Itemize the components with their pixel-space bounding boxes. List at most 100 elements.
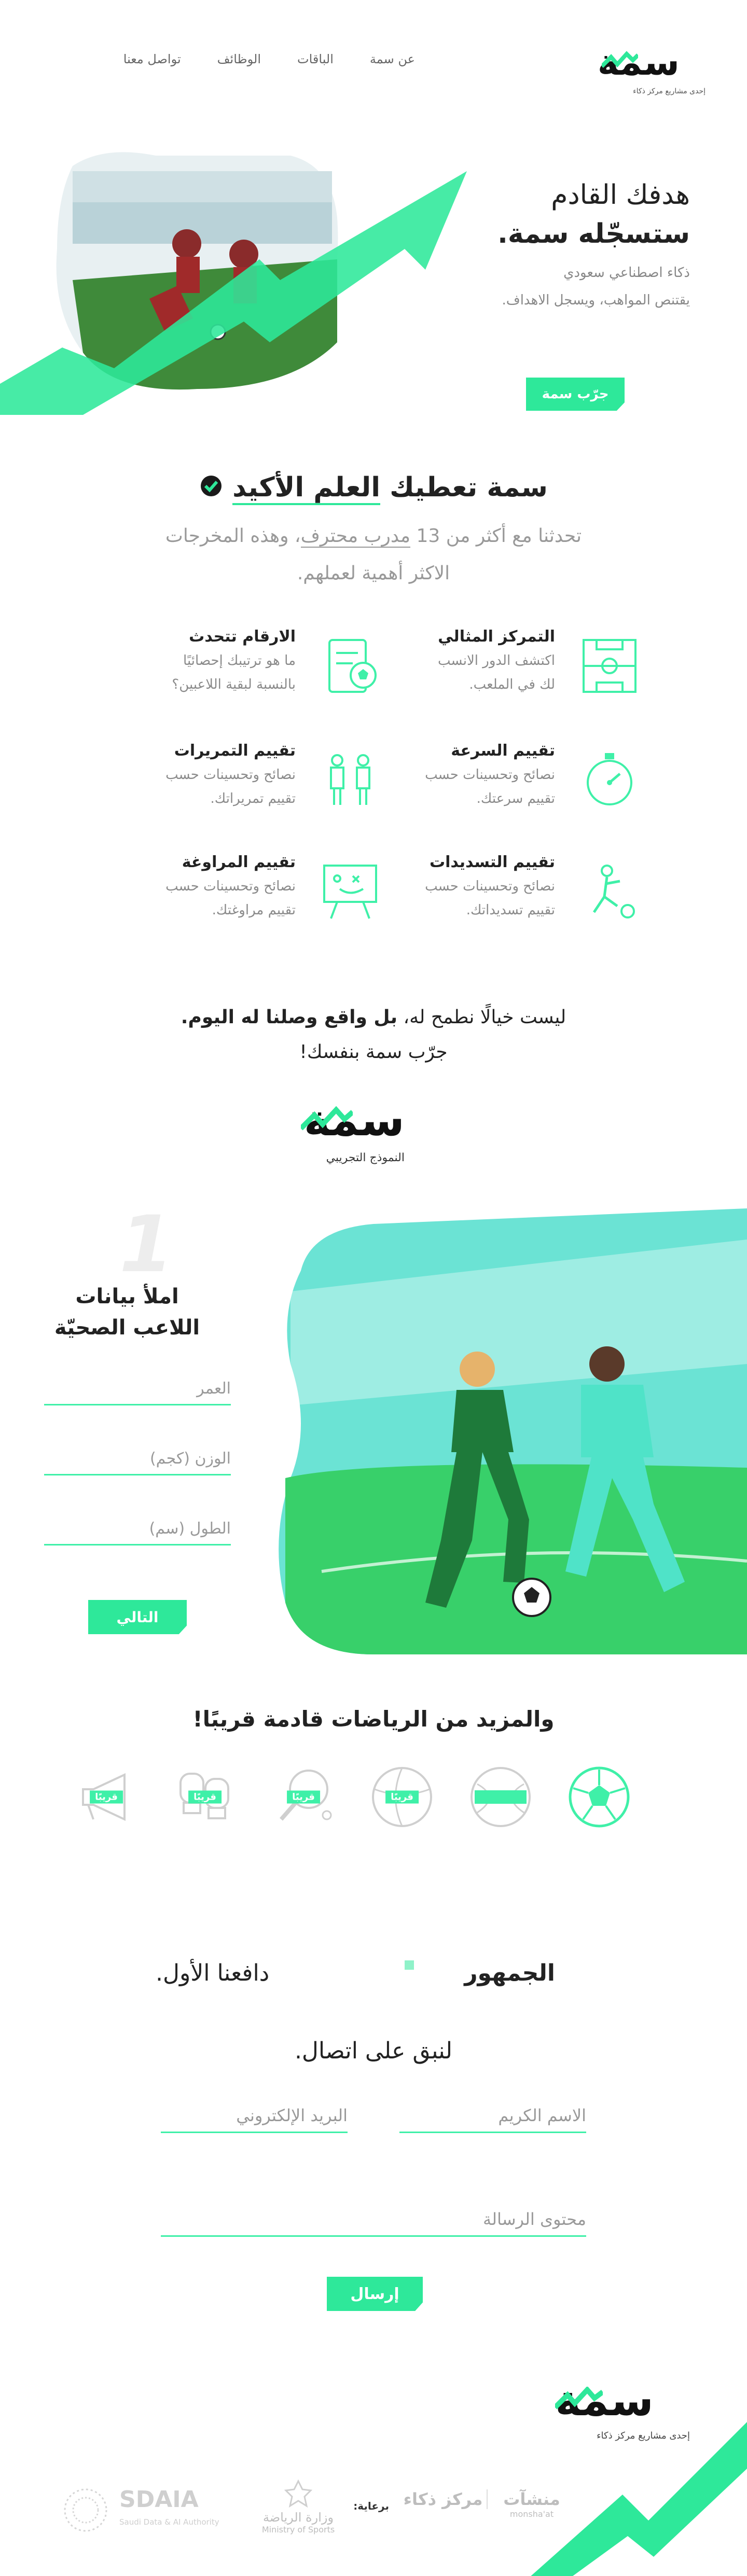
trial-step-number: 1 xyxy=(119,1200,174,1290)
submit-button[interactable]: إرسال xyxy=(327,2277,423,2311)
sport-football[interactable] xyxy=(565,1763,633,1831)
dream-section: ليست خيالًا نطمح له، بل واقع وصلنا له ال… xyxy=(0,1001,747,1167)
tactics-board-icon xyxy=(323,865,377,919)
weight-field[interactable]: الوزن (كجم) xyxy=(44,1450,231,1475)
feature-desc-line1: نصائح وتحسينات حسب xyxy=(165,879,296,894)
audience-word1: الجمهور xyxy=(464,1960,555,1986)
sport-boxing[interactable]: قريبًا xyxy=(171,1763,239,1831)
more-sports-section: والمزيد من الرياضات قادمة قريبًا! قريبًا… xyxy=(0,1691,747,1857)
try-sima-button[interactable]: جرّب سمة xyxy=(526,378,625,411)
science-title-prefix: سمة تعطيك xyxy=(390,472,548,503)
football-icon xyxy=(569,1766,630,1828)
sdaia-emblem-icon xyxy=(64,2488,107,2532)
trial-illustration xyxy=(279,1208,747,1654)
email-field[interactable]: البريد الإلكتروني xyxy=(161,2106,348,2133)
science-desc: تحدثنا مع أكثر من 13 مدرب محترف، وهذه ال… xyxy=(0,518,747,592)
age-field[interactable]: العمر xyxy=(44,1380,231,1405)
soon-badge: قريبًا xyxy=(287,1790,320,1804)
main-nav: عن سمة الباقات الوظائف تواصل معنا xyxy=(78,52,415,73)
audience-section: الجمهور دافعنا الأول. xyxy=(0,1950,747,1997)
field-icon xyxy=(583,639,637,693)
feature-title: تقييم السرعة xyxy=(451,742,555,760)
sponsor-monshaat-sub: monsha'at xyxy=(509,2509,554,2519)
shooting-player-icon xyxy=(592,865,635,918)
nav-item-contact[interactable]: تواصل معنا xyxy=(123,52,181,73)
dream-line2: جرّب سمة بنفسك! xyxy=(299,1041,448,1063)
header: سمة إحدى مشاريع مركز ذكاء عن سمة الباقات… xyxy=(0,31,747,104)
dream-line1: ليست خيالًا نطمح له، بل واقع وصلنا له ال… xyxy=(0,1001,747,1034)
hero-text: هدفك القادم ستسجّله سمة. ذكاء اصطناعي سع… xyxy=(420,176,690,313)
sponsor-thakaa-name: مركز ذكاء xyxy=(403,2489,483,2509)
trial-logo: سمة النموذج التجريبي xyxy=(296,1094,451,1167)
footer-tagline: إحدى مشاريع مركز ذكاء xyxy=(597,2430,690,2441)
feature-title: الارقام تتحدث xyxy=(189,628,296,646)
sport-horn[interactable]: قريبًا xyxy=(73,1763,140,1831)
hero-title-line1: هدفك القادم xyxy=(551,179,690,211)
feature-desc-line2: بالنسبة لبقية اللاعبين؟ xyxy=(172,677,296,692)
feature-desc-line2: تقييم سرعتك. xyxy=(476,791,555,806)
trial-form-title: املأ بيانات اللاعب الصحيّة xyxy=(42,1281,213,1343)
feature-desc-line2: تقييم مراوغتك. xyxy=(212,902,296,918)
sport-table-tennis[interactable]: قريبًا xyxy=(270,1763,337,1831)
feature-desc-line1: نصائح وتحسينات حسب xyxy=(165,767,296,783)
hero-desc-line2: يقتنص المواهب، ويسجل الاهداف. xyxy=(502,293,690,308)
check-badge-icon xyxy=(199,468,223,510)
more-sports-title: والمزيد من الرياضات قادمة قريبًا! xyxy=(192,1706,555,1732)
passing-players-icon xyxy=(330,754,370,805)
science-desc-part2: ، وهذه المخرجات xyxy=(165,525,301,547)
feature-title: تقييم المراوغة xyxy=(182,853,296,871)
sponsor-thakaa[interactable]: مركز ذكاء xyxy=(399,2489,488,2509)
sponsor-monshaat[interactable]: منشآت monsha'at xyxy=(493,2489,571,2519)
dream-line1-part1: ليست خيالًا نطمح له، xyxy=(403,1007,566,1028)
sponsors-row: منشآت monsha'at مركز ذكاء برعاية: وزارة … xyxy=(42,2479,571,2536)
feature-desc-line2: تقييم تسديداتك. xyxy=(466,902,555,918)
ministry-emblem-icon xyxy=(284,2479,313,2508)
next-button[interactable]: التالي xyxy=(88,1600,187,1634)
height-field[interactable]: الطول (سم) xyxy=(44,1520,231,1545)
feature-desc-line1: نصائح وتحسينات حسب xyxy=(425,879,555,894)
feature-desc-line1: نصائح وتحسينات حسب xyxy=(425,767,555,783)
hero-title-line2: ستسجّله سمة. xyxy=(497,218,690,249)
nav-item-about[interactable]: عن سمة xyxy=(370,52,415,73)
logo-zigzag-icon xyxy=(555,2387,603,2410)
sponsor-monshaat-name: منشآت xyxy=(503,2489,560,2509)
sponsor-ministry-sports[interactable]: وزارة الرياضة Ministry of Sports xyxy=(254,2479,342,2535)
feature-desc-line1: اكتشف الدور الانسب xyxy=(437,653,555,669)
audience-word2: دافعنا الأول. xyxy=(156,1960,270,1986)
footer-logo[interactable]: سمة إحدى مشاريع مركز ذكاء xyxy=(555,2375,690,2443)
features-grid: التمركز المثالي اكتشف الدور الانسب لك في… xyxy=(0,628,747,949)
trial-section: 1 املأ بيانات اللاعب الصحيّة العمر الوزن… xyxy=(0,1203,747,1654)
soon-badge: قريبًا xyxy=(188,1790,222,1804)
feature-title: التمركز المثالي xyxy=(438,628,555,646)
sponsor-sdaia-sub: Saudi Data & AI Authority xyxy=(119,2517,219,2527)
feature-desc-line2: تقييم تمريراتك. xyxy=(210,791,296,806)
name-field[interactable]: الاسم الكريم xyxy=(399,2106,586,2133)
trial-label: النموذج التجريبي xyxy=(326,1151,405,1164)
rotating-word-cursor xyxy=(405,1960,414,1970)
sponsor-sdaia[interactable]: SDAIA Saudi Data & AI Authority xyxy=(57,2484,228,2536)
sponsor-ministry-name: وزارة الرياضة xyxy=(262,2510,334,2525)
sport-tennis[interactable] xyxy=(467,1763,534,1831)
sports-row: قريبًا قريبًا قريبًا قريبًا xyxy=(73,1763,633,1831)
science-title: سمة تعطيك العلم الأكيد xyxy=(0,467,747,510)
message-field[interactable]: محتوى الرسالة xyxy=(161,2209,586,2237)
brand-logo[interactable]: سمة إحدى مشاريع مركز ذكاء xyxy=(598,41,706,99)
trial-form-title-line1: املأ بيانات xyxy=(75,1285,179,1308)
nav-item-packages[interactable]: الباقات xyxy=(297,52,334,73)
hero-illustration xyxy=(0,152,467,415)
logo-zigzag-icon xyxy=(602,51,638,68)
sponsors-label: برعاية: xyxy=(353,2500,389,2512)
hero-section: هدفك القادم ستسجّله سمة. ذكاء اصطناعي سع… xyxy=(0,104,747,425)
feature-positioning: التمركز المثالي اكتشف الدور الانسب لك في… xyxy=(405,628,643,711)
nav-item-jobs[interactable]: الوظائف xyxy=(217,52,261,73)
sport-volleyball[interactable]: قريبًا xyxy=(368,1763,436,1831)
contact-title: لنبق على اتصال. xyxy=(294,2038,453,2064)
feature-dribbling: تقييم المراوغة نصائح وتحسينات حسب تقييم … xyxy=(125,853,384,936)
science-desc-line2: الاكثر أهمية لعملهم. xyxy=(297,563,450,584)
feature-passing: تقييم التمريرات نصائح وتحسينات حسب تقييم… xyxy=(125,742,384,825)
coaches-link[interactable]: مدرب محترف xyxy=(300,525,411,548)
contact-section: لنبق على اتصال. الاسم الكريم البريد الإل… xyxy=(0,2033,747,2323)
feature-desc-line1: ما هو ترتيبك إحصائيًا xyxy=(183,653,296,669)
feature-stats: الارقام تتحدث ما هو ترتيبك إحصائيًا بالن… xyxy=(125,628,384,711)
dream-line1-bold: بل واقع وصلنا له اليوم. xyxy=(181,1007,398,1028)
